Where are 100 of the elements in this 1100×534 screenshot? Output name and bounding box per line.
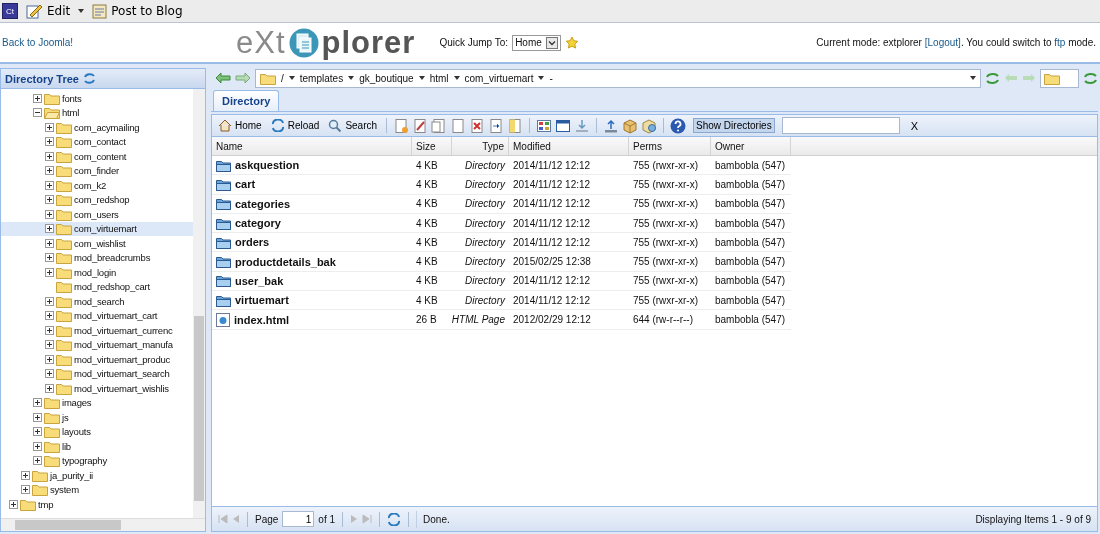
tree-item[interactable]: typography (1, 453, 193, 468)
delete-icon[interactable] (469, 117, 486, 134)
grid-view-icon[interactable] (536, 117, 553, 134)
post-to-blog-button[interactable]: Post to Blog (90, 3, 185, 19)
expand-icon[interactable] (45, 238, 54, 248)
reload-button[interactable]: Reload (267, 117, 323, 134)
star-icon[interactable] (564, 35, 579, 50)
expand-icon[interactable] (33, 427, 42, 437)
tree-item[interactable]: html (1, 105, 193, 120)
file-name-cell[interactable]: virtuemart (212, 291, 412, 310)
tree-item[interactable]: mod_virtuemart_search (1, 366, 193, 381)
clear-button[interactable]: X (904, 118, 924, 133)
path-crumb[interactable]: / (281, 72, 284, 84)
expand-icon[interactable] (21, 470, 30, 480)
path-crumb[interactable]: templates (299, 72, 344, 84)
column-header[interactable]: Size (412, 137, 452, 155)
expand-icon[interactable] (45, 224, 54, 234)
file-name-cell[interactable]: productdetails_bak (212, 252, 412, 271)
tree-item[interactable]: com_contact (1, 134, 193, 149)
expand-icon[interactable] (45, 180, 54, 190)
expand-icon[interactable] (45, 122, 54, 132)
expand-icon[interactable] (45, 209, 54, 219)
tree-item[interactable]: images (1, 395, 193, 410)
tree-item[interactable]: mod_breadcrumbs (1, 250, 193, 265)
expand-icon[interactable] (33, 412, 42, 422)
expand-icon[interactable] (45, 354, 54, 364)
column-header[interactable]: Name (212, 137, 412, 155)
home-button[interactable]: Home (215, 117, 265, 134)
package-icon[interactable] (641, 117, 658, 134)
tree-item[interactable]: com_k2 (1, 178, 193, 193)
reload-icon[interactable] (985, 71, 1000, 85)
tree-item[interactable]: system (1, 482, 193, 497)
file-name-cell[interactable]: askquestion (212, 156, 412, 175)
tree-item[interactable]: mod_virtuemart_currenc (1, 323, 193, 338)
tree-item[interactable]: com_content (1, 149, 193, 164)
scrollbar[interactable] (193, 89, 205, 518)
expand-icon[interactable] (45, 296, 54, 306)
tree-item[interactable]: mod_search (1, 294, 193, 309)
tree-item[interactable]: fonts (1, 91, 193, 106)
caret-icon[interactable] (78, 9, 85, 13)
app-icon[interactable]: Ct (2, 3, 18, 19)
ftp-link[interactable]: ftp (1054, 37, 1066, 48)
expand-icon[interactable] (45, 340, 54, 350)
quick-jump-select[interactable]: Home (512, 34, 561, 51)
expand-icon[interactable] (45, 267, 54, 277)
tree-item[interactable]: mod_virtuemart_cart (1, 308, 193, 323)
logout-link[interactable]: [Logout] (924, 37, 961, 48)
caret-icon[interactable] (538, 76, 545, 80)
caret-icon[interactable] (348, 76, 355, 80)
tree-item[interactable]: mod_virtuemart_produc (1, 352, 193, 367)
copy-icon[interactable] (431, 117, 448, 134)
tree-item[interactable]: mod_login (1, 265, 193, 280)
tree-item[interactable]: tmp (1, 497, 193, 512)
tree-item[interactable]: com_finder (1, 163, 193, 178)
expand-icon[interactable] (33, 456, 42, 466)
expand-icon[interactable] (45, 195, 54, 205)
edit-file-icon[interactable] (412, 117, 429, 134)
tree-item[interactable]: com_virtuemart (1, 221, 193, 236)
tree-item[interactable]: mod_virtuemart_manufa (1, 337, 193, 352)
column-header[interactable]: Perms (629, 137, 711, 155)
tree-item[interactable]: mod_virtuemart_wishlis (1, 381, 193, 396)
back-arrow-icon[interactable] (215, 72, 231, 84)
tree-item[interactable]: ja_purity_ii (1, 468, 193, 483)
expand-icon[interactable] (45, 137, 54, 147)
column-header[interactable]: Type (452, 137, 509, 155)
tree-item[interactable]: com_wishlist (1, 236, 193, 251)
tree-item[interactable]: com_redshop (1, 192, 193, 207)
show-directories-button[interactable]: Show Directories (693, 118, 775, 133)
path-crumb[interactable]: com_virtuemart (464, 72, 534, 84)
page-field[interactable]: 1 (282, 511, 315, 527)
edit-button[interactable]: Edit (24, 3, 73, 19)
expand-icon[interactable] (45, 369, 54, 379)
caret-icon[interactable] (288, 76, 295, 80)
expand-icon[interactable] (33, 398, 42, 408)
column-header[interactable]: Owner (711, 137, 791, 155)
expand-icon[interactable] (21, 485, 30, 495)
expand-icon[interactable] (45, 253, 54, 263)
tree-item[interactable]: lib (1, 439, 193, 454)
filter-field[interactable] (781, 117, 900, 134)
scrollbar[interactable] (1, 518, 205, 531)
reload-icon[interactable] (1083, 71, 1098, 85)
file-name-cell[interactable]: categories (212, 194, 412, 213)
new-file-icon[interactable] (393, 117, 410, 134)
file-name-cell[interactable]: orders (212, 233, 412, 252)
path-crumb[interactable]: html (429, 72, 449, 84)
collapse-icon[interactable] (33, 108, 42, 118)
help-icon[interactable] (670, 117, 687, 134)
expand-icon[interactable] (45, 166, 54, 176)
file-name-cell[interactable]: category (212, 213, 412, 233)
rename-icon[interactable] (488, 117, 505, 134)
tree-item[interactable]: mod_redshop_cart (1, 279, 193, 294)
caret-icon[interactable] (453, 76, 460, 80)
tree-item[interactable]: com_users (1, 207, 193, 222)
expand-icon[interactable] (33, 441, 42, 451)
caret-icon[interactable] (418, 76, 425, 80)
expand-icon[interactable] (45, 383, 54, 393)
column-header[interactable]: Modified (509, 137, 629, 155)
bookmark-field[interactable] (1040, 68, 1079, 88)
reload-icon[interactable] (83, 72, 96, 85)
upload-icon[interactable] (603, 117, 620, 134)
